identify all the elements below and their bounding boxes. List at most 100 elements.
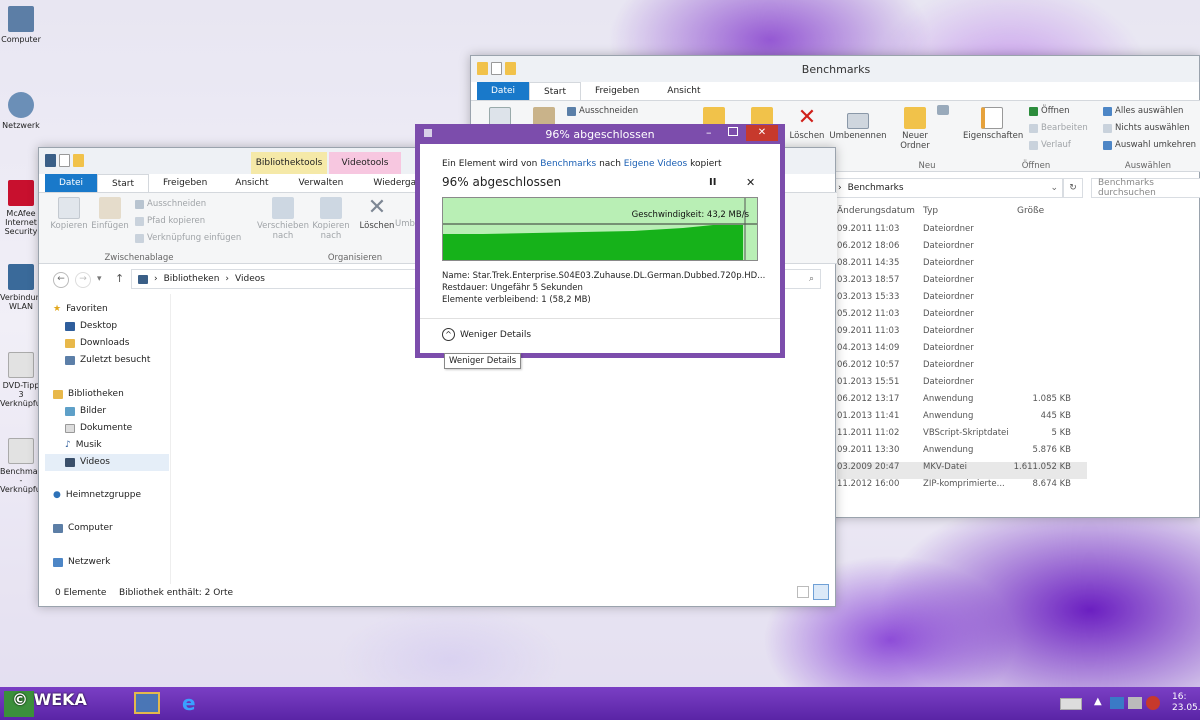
target-link[interactable]: Eigene Videos bbox=[624, 159, 687, 169]
desktop-icon-computer[interactable]: Computer bbox=[0, 6, 42, 44]
open-button[interactable]: Öffnen bbox=[1029, 106, 1070, 116]
new-folder-button[interactable]: Neuer Ordner bbox=[897, 107, 933, 151]
tab-datei[interactable]: Datei bbox=[477, 82, 530, 100]
action-center-icon[interactable] bbox=[1146, 696, 1160, 710]
pause-button[interactable]: II bbox=[709, 177, 716, 188]
table-row[interactable]: 01.2013 11:41 Anwendung 445 KB bbox=[837, 411, 1087, 428]
nav-desktop[interactable]: Desktop bbox=[65, 321, 117, 331]
nav-videos[interactable]: Videos bbox=[65, 457, 110, 467]
table-row[interactable]: 09.2011 11:03 Dateiordner bbox=[837, 326, 1087, 343]
nav-favoriten[interactable]: ★ Favoriten bbox=[53, 304, 108, 314]
tab-start[interactable]: Start bbox=[529, 82, 582, 100]
tab-freigeben[interactable]: Freigeben bbox=[149, 174, 221, 192]
desktop-icon-wlan[interactable]: Verbindung WLAN bbox=[0, 264, 46, 311]
recent-locations-button[interactable]: ▾ bbox=[97, 274, 102, 284]
minimize-button[interactable]: – bbox=[706, 126, 712, 139]
search-icon[interactable]: ⌕ bbox=[809, 274, 814, 284]
nav-musik[interactable]: ♪ Musik bbox=[65, 440, 102, 450]
cut-button[interactable]: Ausschneiden bbox=[567, 106, 638, 116]
select-all-button[interactable]: Alles auswählen bbox=[1103, 106, 1183, 116]
table-row[interactable]: 06.2012 10:57 Dateiordner bbox=[837, 360, 1087, 377]
invert-selection-button[interactable]: Auswahl umkehren bbox=[1103, 140, 1196, 150]
column-type[interactable]: Typ bbox=[923, 206, 938, 216]
table-row[interactable]: 01.2013 15:51 Dateiordner bbox=[837, 377, 1087, 394]
paste-shortcut-button[interactable]: Verknüpfung einfügen bbox=[135, 233, 241, 243]
table-row[interactable]: 11.2012 16:00 ZIP-komprimierte... 8.674 KB bbox=[837, 479, 1087, 496]
network-tray-icon[interactable] bbox=[1110, 697, 1124, 709]
tab-ansicht[interactable]: Ansicht bbox=[221, 174, 282, 192]
refresh-button[interactable]: ↻ bbox=[1063, 178, 1083, 198]
properties-icon[interactable] bbox=[59, 154, 70, 167]
new-item-button[interactable] bbox=[933, 105, 953, 117]
tab-start[interactable]: Start bbox=[97, 174, 150, 192]
table-row[interactable]: 03.2013 15:33 Dateiordner bbox=[837, 292, 1087, 309]
volume-icon[interactable] bbox=[1128, 697, 1142, 709]
paste-button[interactable]: Einfügen bbox=[89, 197, 131, 231]
rename-button[interactable]: Umbenennen bbox=[829, 107, 887, 141]
column-size[interactable]: Größe bbox=[1017, 206, 1044, 216]
column-date[interactable]: Änderungsdatum bbox=[837, 206, 915, 216]
address-bar[interactable]: › Benchmarks ⌄ bbox=[831, 178, 1063, 198]
delete-button[interactable]: ✕ Löschen bbox=[787, 107, 827, 142]
nav-downloads[interactable]: Downloads bbox=[65, 338, 129, 348]
nav-zuletzt[interactable]: Zuletzt besucht bbox=[65, 355, 150, 365]
large-icons-view-icon[interactable] bbox=[813, 584, 829, 600]
breadcrumb-videos[interactable]: Videos bbox=[235, 274, 265, 284]
nav-netzwerk[interactable]: Netzwerk bbox=[53, 557, 110, 567]
table-row-selected[interactable]: 03.2009 20:47 MKV-Datei 1.611.052 KB bbox=[837, 462, 1087, 479]
library-icon[interactable] bbox=[45, 154, 56, 167]
new-folder-icon[interactable] bbox=[73, 154, 84, 167]
properties-button[interactable]: Eigenschaften bbox=[963, 107, 1023, 141]
move-to-button[interactable]: Verschieben nach bbox=[257, 197, 309, 241]
tab-ansicht[interactable]: Ansicht bbox=[653, 82, 714, 100]
nav-bibliotheken[interactable]: Bibliotheken bbox=[53, 389, 124, 399]
copy-to-button[interactable]: Kopieren nach bbox=[309, 197, 353, 241]
delete-button[interactable]: ✕ Löschen bbox=[357, 197, 397, 232]
forward-button[interactable]: → bbox=[75, 272, 91, 288]
table-row[interactable]: 08.2011 14:35 Dateiordner bbox=[837, 258, 1087, 275]
desktop-icon-benchmarks[interactable]: Benchmarks - Verknüpfung bbox=[0, 438, 51, 494]
table-row[interactable]: 09.2011 13:30 Anwendung 5.876 KB bbox=[837, 445, 1087, 462]
select-none-button[interactable]: Nichts auswählen bbox=[1103, 123, 1190, 133]
table-row[interactable]: 06.2012 13:17 Anwendung 1.085 KB bbox=[837, 394, 1087, 411]
desktop-icon-mcafee[interactable]: McAfee Internet Security bbox=[0, 180, 42, 236]
maximize-button[interactable] bbox=[728, 127, 738, 136]
table-row[interactable]: 11.2011 11:02 VBScript-Skriptdatei 5 KB bbox=[837, 428, 1087, 445]
details-view-icon[interactable] bbox=[797, 586, 809, 598]
source-link[interactable]: Benchmarks bbox=[540, 159, 596, 169]
up-button[interactable]: ↑ bbox=[115, 272, 124, 285]
table-row[interactable]: 09.2011 11:03 Dateiordner bbox=[837, 224, 1087, 241]
rename-button[interactable]: Umb bbox=[395, 219, 417, 229]
chevron-up-icon[interactable]: ▲ bbox=[1094, 696, 1102, 707]
table-row[interactable]: 06.2012 18:06 Dateiordner bbox=[837, 241, 1087, 258]
desktop-icon-dvd[interactable]: DVD-Tipp 3 Verknüpfung bbox=[0, 352, 51, 408]
table-row[interactable]: 05.2012 11:03 Dateiordner bbox=[837, 309, 1087, 326]
explorer-icon[interactable] bbox=[134, 692, 160, 714]
breadcrumb[interactable]: Benchmarks bbox=[848, 183, 904, 193]
nav-bilder[interactable]: Bilder bbox=[65, 406, 106, 416]
copy-button[interactable]: Kopieren bbox=[49, 197, 89, 231]
edit-button[interactable]: Bearbeiten bbox=[1029, 123, 1088, 133]
title-bar[interactable]: Benchmarks bbox=[471, 56, 1199, 82]
nav-computer[interactable]: Computer bbox=[53, 523, 113, 533]
clock[interactable]: 16: 23.05. bbox=[1172, 692, 1200, 714]
less-details-button[interactable]: ^ Weniger Details bbox=[442, 328, 531, 341]
tab-datei[interactable]: Datei bbox=[45, 174, 98, 192]
tab-verwalten[interactable]: Verwalten bbox=[283, 174, 360, 192]
cancel-button[interactable]: ✕ bbox=[746, 176, 755, 189]
close-button[interactable]: ✕ bbox=[746, 125, 778, 141]
nav-heimnetzgruppe[interactable]: ● Heimnetzgruppe bbox=[53, 490, 141, 500]
desktop-icon-network[interactable]: Netzwerk bbox=[0, 92, 42, 130]
nav-dokumente[interactable]: Dokumente bbox=[65, 423, 132, 433]
table-row[interactable]: 03.2013 18:57 Dateiordner bbox=[837, 275, 1087, 292]
table-row[interactable]: 04.2013 14:09 Dateiordner bbox=[837, 343, 1087, 360]
internet-explorer-icon[interactable]: e bbox=[182, 691, 196, 715]
tab-freigeben[interactable]: Freigeben bbox=[581, 82, 653, 100]
search-input[interactable]: Benchmarks durchsuchen bbox=[1091, 178, 1200, 198]
back-button[interactable]: ← bbox=[53, 272, 69, 288]
history-button[interactable]: Verlauf bbox=[1029, 140, 1071, 150]
cut-button[interactable]: Ausschneiden bbox=[135, 199, 206, 209]
keyboard-icon[interactable] bbox=[1060, 698, 1082, 710]
breadcrumb-bibliotheken[interactable]: Bibliotheken bbox=[164, 274, 220, 284]
chevron-down-icon[interactable]: ⌄ bbox=[1050, 183, 1058, 193]
